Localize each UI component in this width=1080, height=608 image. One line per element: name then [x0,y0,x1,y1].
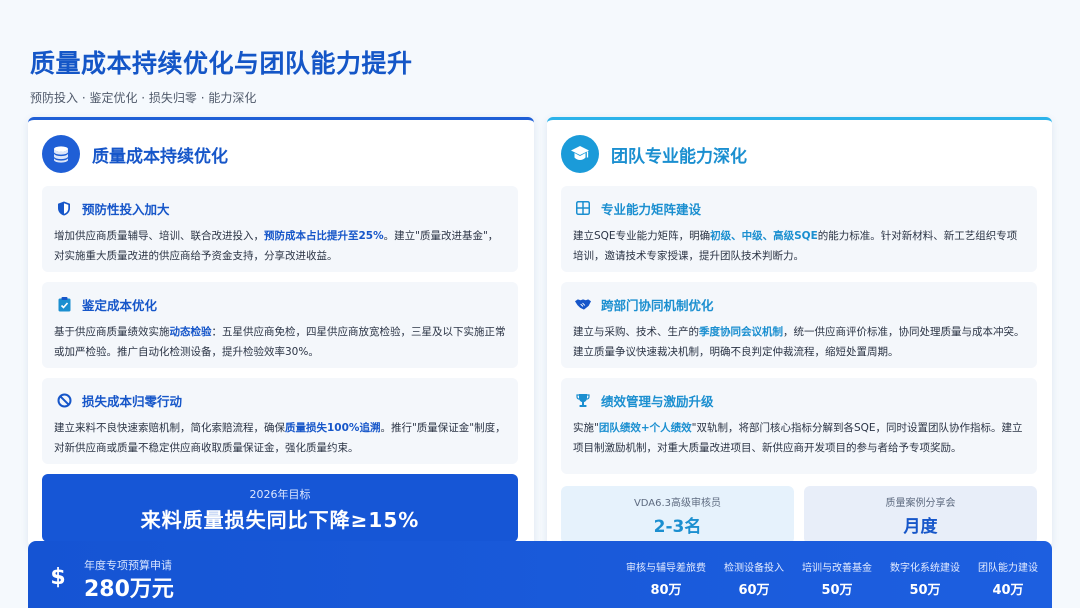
section-title: 绩效管理与激励升级 [601,393,714,409]
stat-value: 2-3名 [653,517,702,537]
stat-case-sharing: 质量案例分享会 月度 [804,486,1037,544]
card-title: 团队专业能力深化 [611,146,747,167]
dollar-icon: $ [48,563,68,590]
section-title: 专业能力矩阵建设 [601,201,702,217]
trophy-icon [575,392,591,408]
shield-icon [56,200,72,216]
section-body: 实施"团队绩效+个人绩效"双轨制，将部门核心指标分解到各SQE，同时设置团队协作… [573,422,1023,454]
budget-total: 280万元 [84,577,174,602]
budget-breakdown: 审核与辅导差旅费 80万 检测设备投入 60万 培训与改善基金 50万 数字化系… [608,559,1038,598]
section-title: 预防性投入加大 [82,201,170,217]
section-title: 跨部门协同机制优化 [601,297,714,313]
section-body: 建立来料不良快速索赔机制，简化索赔流程，确保质量损失100%追溯。推行"质量保证… [54,422,506,454]
stat-label: VDA6.3高级审核员 [633,498,722,509]
card-title: 质量成本持续优化 [92,146,228,167]
section-appraisal: 鉴定成本优化 基于供应商质量绩效实施动态检验：五星供应商免检，四星供应商放宽检验… [42,282,518,368]
card-header: 团队专业能力深化 [561,134,747,174]
section-loss: 损失成本归零行动 建立来料不良快速索赔机制，简化索赔流程，确保质量损失100%追… [42,378,518,464]
budget-item: 团队能力建设 40万 [978,563,1038,598]
card-header: 质量成本持续优化 [42,134,228,174]
section-title: 损失成本归零行动 [82,393,183,409]
stat-auditors: VDA6.3高级审核员 2-3名 [561,486,794,544]
stat-value: 月度 [903,517,938,537]
stat-label: 质量案例分享会 [885,498,956,509]
section-body: 基于供应商质量绩效实施动态检验：五星供应商免检，四星供应商放宽检验，三星及以下实… [54,326,506,358]
section-body: 增加供应商质量辅导、培训、联合改进投入，预防成本占比提升至25%。建立"质量改进… [54,230,499,262]
section-collaboration: 跨部门协同机制优化 建立与采购、技术、生产的季度协同会议机制，统一供应商评价标准… [561,282,1037,368]
budget-item: 数字化系统建设 50万 [890,563,960,598]
budget-item: 检测设备投入 60万 [724,563,784,598]
handshake-icon [575,296,591,312]
section-performance: 绩效管理与激励升级 实施"团队绩效+个人绩效"双轨制，将部门核心指标分解到各SQ… [561,378,1037,474]
section-matrix: 专业能力矩阵建设 建立SQE专业能力矩阵，明确初级、中级、高级SQE的能力标准。… [561,186,1037,272]
section-prevention: 预防性投入加大 增加供应商质量辅导、培训、联合改进投入，预防成本占比提升至25%… [42,186,518,272]
section-body: 建立与采购、技术、生产的季度协同会议机制，统一供应商评价标准，协同处理质量与成本… [573,326,1025,358]
ban-icon [56,392,72,408]
budget-item: 培训与改善基金 50万 [802,563,872,598]
team-capability-card: 团队专业能力深化 专业能力矩阵建设 建立SQE专业能力矩阵，明确初级、中级、高级… [547,117,1052,547]
coins-icon [42,135,80,173]
budget-bar: $ 年度专项预算申请 280万元 审核与辅导差旅费 80万 检测设备投入 60万… [28,541,1052,608]
budget-item: 审核与辅导差旅费 80万 [626,563,706,598]
grid-icon [575,200,591,216]
section-title: 鉴定成本优化 [82,297,158,313]
clipboard-check-icon [56,296,72,312]
goal-value: 来料质量损失同比下降≥15% [140,508,420,532]
page-title: 质量成本持续优化与团队能力提升 [30,49,413,78]
graduation-cap-icon [561,135,599,173]
goal-banner: 2026年目标 来料质量损失同比下降≥15% [42,474,518,542]
section-body: 建立SQE专业能力矩阵，明确初级、中级、高级SQE的能力标准。针对新材料、新工艺… [573,230,1018,262]
quality-cost-card: 质量成本持续优化 预防性投入加大 增加供应商质量辅导、培训、联合改进投入，预防成… [28,117,534,547]
goal-label: 2026年目标 [249,488,311,501]
page-subtitle: 预防投入 · 鉴定优化 · 损失归零 · 能力深化 [30,91,257,105]
svg-text:$: $ [50,565,65,589]
